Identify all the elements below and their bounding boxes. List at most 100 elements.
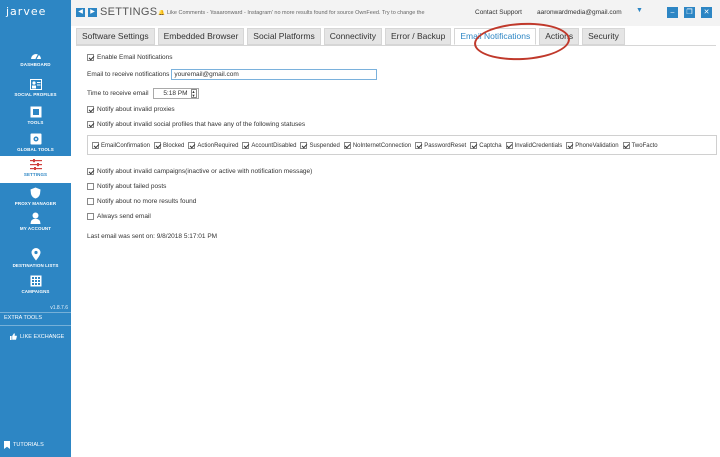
status-label: AccountDisabled <box>251 142 297 149</box>
back-button[interactable]: ◀ <box>76 8 85 17</box>
status-checkbox[interactable] <box>242 142 250 149</box>
sidebar-item-my-account[interactable]: MY ACCOUNT <box>0 212 71 231</box>
status-item-password-reset[interactable]: PasswordReset <box>415 142 466 149</box>
invalid-proxies-checkbox[interactable] <box>87 106 94 113</box>
page-title: SETTINGS <box>100 6 158 18</box>
forward-arrow-icon: ▶ <box>90 9 95 15</box>
status-checkbox[interactable] <box>343 142 351 149</box>
notify-no-more-results-option[interactable]: Notify about no more results found <box>87 198 196 205</box>
back-arrow-icon: ◀ <box>78 9 83 15</box>
status-checkbox[interactable] <box>92 142 99 149</box>
status-item-captcha[interactable]: Captcha <box>470 142 502 149</box>
enable-email-label: Enable Email Notifications <box>97 54 173 61</box>
status-item-blocked[interactable]: Blocked <box>154 142 184 149</box>
sidebar-item-destination-lists[interactable]: DESTINATION LISTS <box>0 248 71 268</box>
sidebar-item-dashboard[interactable]: DASHBOARD <box>0 50 71 67</box>
time-picker[interactable]: 5:18 PM ▲ ▼ <box>152 88 199 99</box>
always-send-email-option[interactable]: Always send email <box>87 213 151 220</box>
status-checkbox[interactable] <box>300 142 308 149</box>
status-label: NoInternetConnection <box>352 142 412 149</box>
tab-connectivity[interactable]: Connectivity <box>323 28 383 45</box>
tutorials-label: TUTORIALS <box>13 442 44 448</box>
forward-button[interactable]: ▶ <box>88 8 97 17</box>
status-item-phone-validation[interactable]: PhoneValidation <box>566 142 619 149</box>
invalid-profiles-label: Notify about invalid social profiles tha… <box>97 121 306 128</box>
status-checkbox[interactable] <box>470 142 478 149</box>
notify-invalid-proxies-option[interactable]: Notify about invalid proxies <box>87 106 175 113</box>
email-input[interactable] <box>171 69 378 80</box>
settings-sliders-icon <box>29 159 42 170</box>
divider <box>0 325 71 326</box>
tab-social-platforms[interactable]: Social Platforms <box>247 28 321 45</box>
version-label: v1.8.7.6 <box>50 305 68 311</box>
status-item-two-factor[interactable]: TwoFacto <box>622 142 658 149</box>
status-label: ActionRequired <box>197 142 239 149</box>
always-send-checkbox[interactable] <box>87 213 94 220</box>
notification-text: Like Comments - 'itsaaronward - Instagra… <box>166 10 425 16</box>
status-label: InvalidCredentials <box>514 142 563 149</box>
always-send-label: Always send email <box>97 213 151 220</box>
sidebar-item-campaigns[interactable]: CAMPAIGNS <box>0 275 71 294</box>
global-tools-icon <box>30 133 41 145</box>
time-row: Time to receive email 5:18 PM ▲ ▼ <box>87 88 199 99</box>
status-item-invalid-credentials[interactable]: InvalidCredentials <box>505 142 563 149</box>
status-label: TwoFacto <box>631 142 658 149</box>
enable-email-checkbox[interactable] <box>87 54 94 61</box>
notify-invalid-campaigns-option[interactable]: Notify about invalid campaigns(inactive … <box>87 168 312 175</box>
sidebar-item-settings[interactable]: SETTINGS <box>0 156 71 183</box>
status-checkbox[interactable] <box>415 142 423 149</box>
account-email[interactable]: aaronwardmedia@gmail.com <box>537 9 622 16</box>
sidebar-item-tutorials[interactable]: TUTORIALS <box>4 441 44 449</box>
invalid-campaigns-checkbox[interactable] <box>87 168 94 175</box>
failed-posts-checkbox[interactable] <box>87 183 94 190</box>
contact-support-link[interactable]: Contact Support <box>475 9 522 16</box>
time-value: 5:18 PM <box>163 90 188 97</box>
time-spinner[interactable]: ▲ ▼ <box>190 89 197 98</box>
notify-invalid-profiles-option[interactable]: Notify about invalid social profiles tha… <box>87 121 305 128</box>
status-checkbox[interactable] <box>622 142 630 149</box>
status-checkbox[interactable] <box>154 142 162 149</box>
sidebar-item-tools[interactable]: TOOLS <box>0 106 71 125</box>
status-item-account-disabled[interactable]: AccountDisabled <box>242 142 296 149</box>
invalid-profiles-checkbox[interactable] <box>87 121 94 128</box>
sidebar-item-label: DESTINATION LISTS <box>12 263 59 268</box>
sidebar-item-label: CAMPAIGNS <box>21 289 50 294</box>
notification-ticker[interactable]: 🔔 Like Comments - 'itsaaronward - Instag… <box>158 10 468 16</box>
status-label: PhoneValidation <box>575 142 619 149</box>
status-item-email-confirmation[interactable]: EmailConfirmation <box>92 142 150 149</box>
time-label: Time to receive email <box>87 90 149 97</box>
sidebar-item-label: SOCIAL PROFILES <box>14 92 57 97</box>
status-checkbox[interactable] <box>188 142 196 149</box>
enable-email-notifications-option[interactable]: Enable Email Notifications <box>87 54 173 61</box>
no-more-results-checkbox[interactable] <box>87 198 94 205</box>
minimize-button[interactable]: – <box>667 7 678 18</box>
header-bar: ◀ ▶ SETTINGS 🔔 Like Comments - 'itsaaron… <box>71 0 720 26</box>
tab-security[interactable]: Security <box>582 28 625 45</box>
status-label: PasswordReset <box>424 142 467 149</box>
status-list: EmailConfirmation Blocked ActionRequired… <box>92 142 658 149</box>
sidebar-item-like-exchange[interactable]: LIKE EXCHANGE <box>10 333 64 340</box>
status-label: Blocked <box>163 142 185 149</box>
status-item-suspended[interactable]: Suspended <box>300 142 340 149</box>
sidebar-item-global-tools[interactable]: GLOBAL TOOLS <box>0 133 71 152</box>
status-item-action-required[interactable]: ActionRequired <box>188 142 238 149</box>
notify-failed-posts-option[interactable]: Notify about failed posts <box>87 183 166 190</box>
close-button[interactable]: ✕ <box>701 7 712 18</box>
status-item-no-internet-connection[interactable]: NoInternetConnection <box>343 142 412 149</box>
tools-icon <box>30 106 41 118</box>
tab-embedded-browser[interactable]: Embedded Browser <box>157 28 245 45</box>
restore-icon: ❐ <box>686 9 693 16</box>
status-label: Suspended <box>309 142 340 149</box>
restore-button[interactable]: ❐ <box>684 7 695 18</box>
account-dropdown-icon[interactable]: ▼ <box>636 7 643 14</box>
no-more-results-label: Notify about no more results found <box>97 198 197 205</box>
tab-error-backup[interactable]: Error / Backup <box>385 28 452 45</box>
sidebar-item-social-profiles[interactable]: SOCIAL PROFILES <box>0 79 71 97</box>
sidebar-item-proxy-manager[interactable]: PROXY MANAGER <box>0 187 71 206</box>
status-checkbox[interactable] <box>505 142 513 149</box>
divider <box>0 312 71 313</box>
status-checkbox[interactable] <box>566 142 574 149</box>
invalid-proxies-label: Notify about invalid proxies <box>97 106 175 113</box>
tab-software-settings[interactable]: Software Settings <box>76 28 155 45</box>
thumbs-up-icon <box>10 333 17 340</box>
